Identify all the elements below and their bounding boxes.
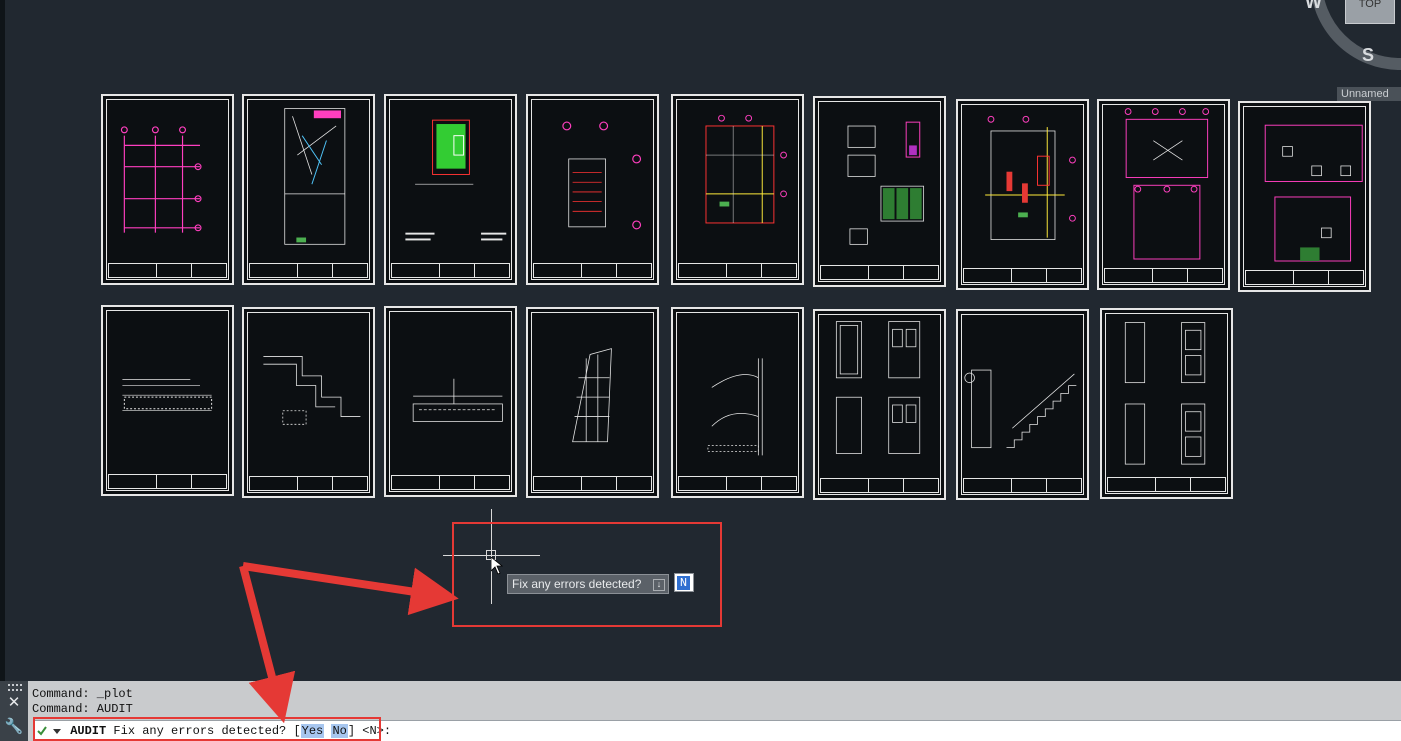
wrench-icon[interactable]: 🔧 — [4, 719, 24, 734]
highlight-dynamic-input — [452, 522, 722, 627]
command-history-line: Command: _plot — [32, 687, 133, 701]
grip-handle-icon[interactable] — [8, 684, 22, 691]
sheet-door-details[interactable] — [1100, 308, 1233, 499]
sheet-drawing — [263, 356, 361, 425]
sheet-drawing — [572, 348, 612, 443]
sheet-drawing — [847, 121, 925, 245]
sheet-drawing — [1264, 124, 1363, 262]
sheet-drawing — [707, 358, 763, 456]
compass-south-label[interactable]: S — [1362, 45, 1374, 66]
command-history-line: Command: AUDIT — [32, 702, 133, 716]
sheet-site-plan[interactable] — [242, 94, 375, 285]
highlight-command-line — [33, 717, 381, 741]
sheet-detail-5[interactable] — [671, 307, 804, 498]
sheet-drawing — [412, 378, 503, 422]
canvas-left-border — [0, 0, 5, 681]
sheet-drawing — [705, 114, 787, 224]
sheet-drawing — [985, 115, 1076, 240]
sheet-drawing — [562, 121, 642, 230]
sheet-foundation-grid[interactable] — [101, 94, 234, 285]
sheet-first-floor-plan[interactable] — [956, 99, 1089, 290]
sheet-drawing — [122, 379, 213, 412]
sheet-drawing — [1124, 108, 1210, 260]
sheet-drawing — [1124, 322, 1206, 465]
viewcube-top-face[interactable]: TOP — [1345, 0, 1395, 24]
sheet-window-details[interactable] — [813, 96, 946, 287]
ucs-menu[interactable]: Unnamed — [1337, 87, 1401, 101]
sheet-door-schedule[interactable] — [813, 309, 946, 500]
sheet-detail-2[interactable] — [242, 307, 375, 498]
sheet-section-a[interactable] — [1097, 99, 1230, 290]
close-icon[interactable]: ✕ — [4, 695, 24, 710]
sheet-elevation[interactable] — [1238, 101, 1371, 292]
sheet-drawing — [964, 369, 1077, 449]
sheet-stair-plan[interactable] — [526, 94, 659, 285]
sheet-drawing — [284, 108, 346, 245]
sheet-stair-section[interactable] — [956, 309, 1089, 500]
sheet-detail-4[interactable] — [526, 307, 659, 498]
sheet-drawing — [835, 321, 921, 454]
compass-west-label[interactable]: W — [1305, 0, 1322, 13]
sheet-detail-3[interactable] — [384, 306, 517, 497]
sheet-detail-1[interactable] — [101, 305, 234, 496]
sheet-ground-floor-plan[interactable] — [671, 94, 804, 285]
sheet-drawing — [405, 119, 507, 241]
sheet-drawing — [120, 126, 202, 233]
command-line-toolbar: ✕ 🔧 — [0, 681, 28, 741]
sheet-roof-plan[interactable] — [384, 94, 517, 285]
